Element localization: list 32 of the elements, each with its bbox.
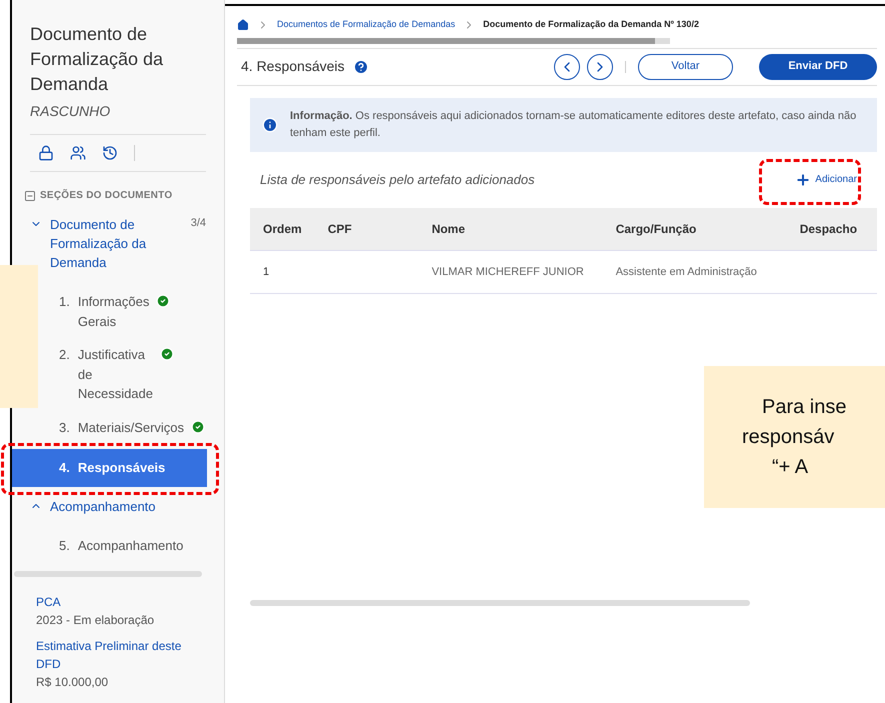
info-label: PCA — [36, 594, 62, 611]
column-header: CPF — [314, 208, 419, 250]
column-header: Despacho — [786, 208, 877, 250]
info-value: R$ 10.000,00 — [36, 674, 110, 691]
section-group[interactable]: Documento de Formalização da Demanda — [50, 215, 160, 272]
add-button[interactable]: Adicionar — [795, 172, 857, 188]
submit-button[interactable]: Enviar DFD — [759, 54, 877, 80]
progress-count: 3/4 — [190, 216, 206, 231]
table-cell: Assistente em Administração — [602, 250, 787, 294]
callout-text: Para inse responsáv “+ A — [742, 395, 846, 480]
alert-text: Informação. Os responsáveis aqui adicionados tornam-se automaticamente editores deste artefato, caso ainda não tenham este perfil. — [290, 108, 858, 140]
list-caption: Lista de responsáveis pelo artefato adicionados — [260, 170, 535, 189]
column-header: Cargo/Função — [602, 208, 787, 250]
document-title: Documento de Formalização da Demanda — [29, 23, 164, 96]
section-item[interactable]: 2. Justificativa de Necessidade — [56, 343, 156, 406]
column-header: Ordem — [250, 208, 315, 250]
column-header: Nome — [418, 208, 603, 250]
section-title: 4. Responsáveis — [241, 57, 345, 76]
section-heading: SEÇÕES DO DOCUMENTO — [40, 188, 172, 203]
section-item[interactable]: 4. Responsáveis — [12, 449, 207, 486]
back-button[interactable]: Voltar — [638, 54, 733, 80]
status-text: RASCUNHO — [29, 102, 112, 121]
info-label: Estimativa Preliminar deste DFD — [36, 638, 182, 673]
section-item[interactable]: 3. Materiais/Serviços — [56, 416, 188, 439]
section-item[interactable]: 5. Acompanhamento — [56, 534, 186, 557]
section-item[interactable]: 1. Informações Gerais — [56, 290, 152, 333]
section-group[interactable]: Acompanhamento — [50, 496, 156, 516]
info-value: 2023 - Em elaboração — [36, 612, 156, 629]
breadcrumb-item: Documento de Formalização da Demanda Nº 130/2 — [483, 18, 699, 31]
table-cell: 1 — [250, 250, 315, 294]
table-cell: VILMAR MICHEREFF JUNIOR — [418, 250, 603, 294]
breadcrumb-item[interactable]: Documentos de Formalização de Demandas — [277, 18, 456, 32]
